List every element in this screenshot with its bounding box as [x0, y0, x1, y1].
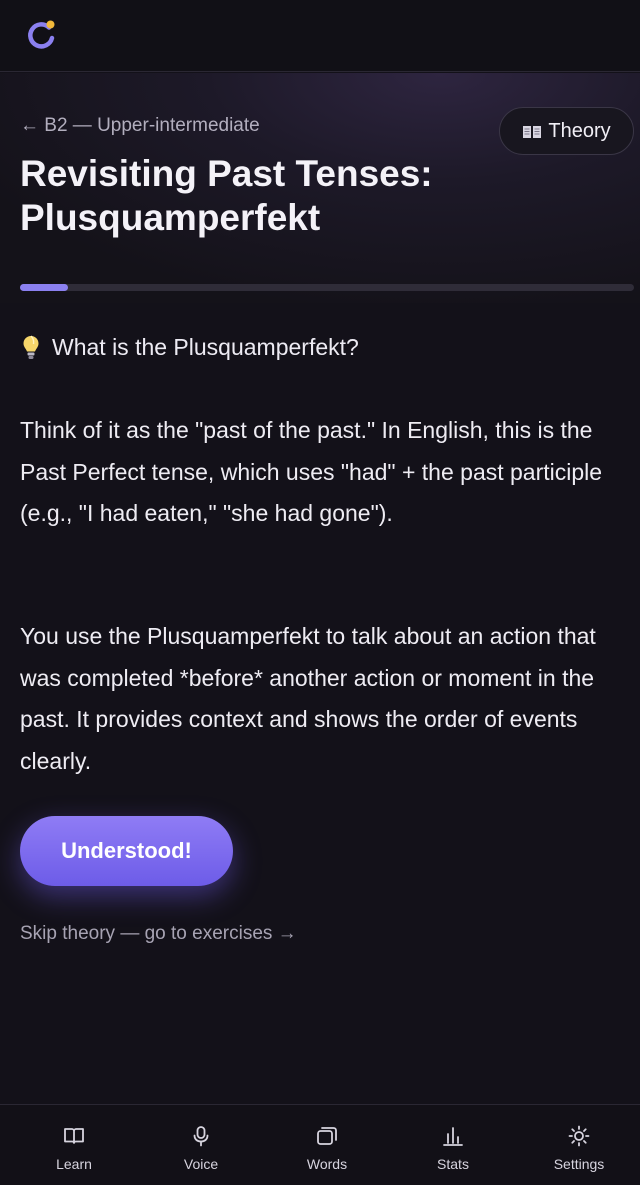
nav-label-settings: Settings [553, 1156, 605, 1172]
lesson-title: Revisiting Past Tenses: Plusquamperfekt [20, 153, 433, 238]
theory-button-label: Theory [548, 119, 611, 142]
lesson-progress-bar [20, 284, 634, 291]
book-icon [523, 125, 542, 138]
open-book-icon [64, 1128, 84, 1144]
microphone-icon [193, 1126, 209, 1147]
theory-button[interactable]: Theory [499, 107, 634, 155]
theory-question-heading: What is the Plusquamperfekt? [22, 334, 359, 361]
theory-paragraph-1: Think of it as the "past of the past." I… [20, 417, 603, 526]
nav-label-words: Words [306, 1156, 348, 1172]
nav-item-voice[interactable]: Voice [137, 1105, 265, 1185]
top-bar [0, 0, 640, 72]
bar-chart-icon [443, 1127, 463, 1146]
nav-item-stats[interactable]: Stats [389, 1105, 517, 1185]
breadcrumb-back-link[interactable]: ← B2 — Upper-intermediate [20, 115, 260, 137]
app-screen: ← B2 — Upper-intermediate Theory Revisit… [0, 0, 640, 1185]
sun-gear-icon [568, 1125, 590, 1147]
theory-question-text: What is the Plusquamperfekt? [52, 334, 359, 360]
nav-item-learn[interactable]: Learn [10, 1105, 138, 1185]
nav-label-learn: Learn [56, 1156, 92, 1172]
nav-item-settings[interactable]: Settings [515, 1105, 640, 1185]
understood-button[interactable]: Understood! [20, 816, 233, 886]
skip-theory-link[interactable]: Skip theory — go to exercises → [20, 923, 297, 945]
nav-item-words[interactable]: Words [263, 1105, 391, 1185]
lightbulb-icon [23, 335, 39, 359]
lesson-progress-fill [20, 284, 68, 291]
cards-icon [317, 1127, 337, 1145]
nav-label-stats: Stats [437, 1156, 469, 1172]
bottom-navigation: Learn Voice Words Stats Settings [0, 1104, 640, 1185]
app-logo-ring-icon[interactable] [24, 18, 58, 52]
theory-paragraph-2: You use the Plusquamperfekt to talk abou… [20, 623, 596, 774]
nav-label-voice: Voice [183, 1156, 219, 1172]
